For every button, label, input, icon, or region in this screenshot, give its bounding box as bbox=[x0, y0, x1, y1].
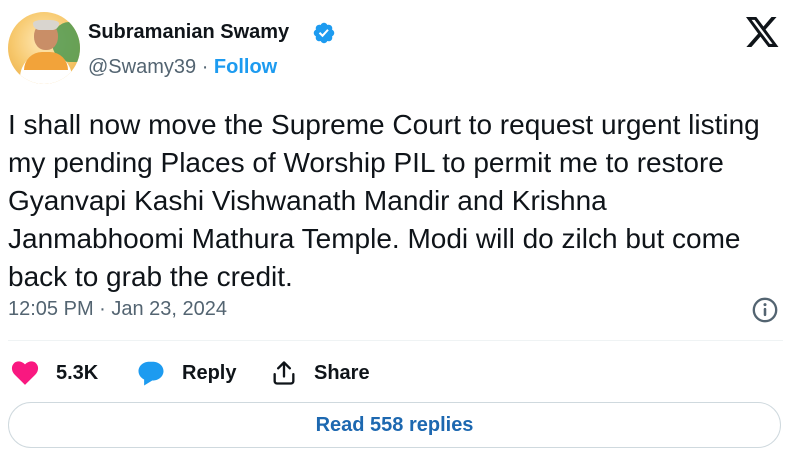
verified-badge-icon bbox=[313, 22, 335, 44]
author-handle[interactable]: @Swamy39 bbox=[88, 56, 196, 78]
handle-separator: · bbox=[201, 56, 209, 78]
reply-label: Reply bbox=[182, 361, 237, 384]
reply-bubble-icon bbox=[138, 361, 164, 386]
read-replies-button[interactable]: Read 558 replies bbox=[8, 402, 781, 448]
share-upload-icon bbox=[273, 361, 295, 385]
author-name[interactable]: Subramanian Swamy bbox=[88, 21, 289, 44]
x-logo-icon[interactable] bbox=[746, 17, 780, 47]
reply-button[interactable]: Reply bbox=[136, 358, 236, 388]
share-label: Share bbox=[314, 361, 370, 384]
share-button[interactable]: Share bbox=[270, 358, 370, 388]
like-button[interactable]: 5.3K bbox=[10, 358, 98, 388]
divider bbox=[8, 340, 783, 341]
heart-icon bbox=[11, 361, 39, 385]
tweet-card: Subramanian Swamy @Swamy39 · Follow I sh… bbox=[0, 0, 791, 475]
tweet-timestamp[interactable]: 12:05 PM · Jan 23, 2024 bbox=[8, 298, 227, 321]
author-handle-row: @Swamy39 · Follow bbox=[88, 56, 277, 79]
tweet-text: I shall now move the Supreme Court to re… bbox=[8, 109, 760, 292]
like-count: 5.3K bbox=[56, 361, 99, 384]
avatar-hair bbox=[33, 20, 59, 30]
author-avatar[interactable] bbox=[8, 12, 80, 84]
info-icon[interactable] bbox=[751, 296, 779, 324]
follow-button[interactable]: Follow bbox=[214, 56, 277, 78]
